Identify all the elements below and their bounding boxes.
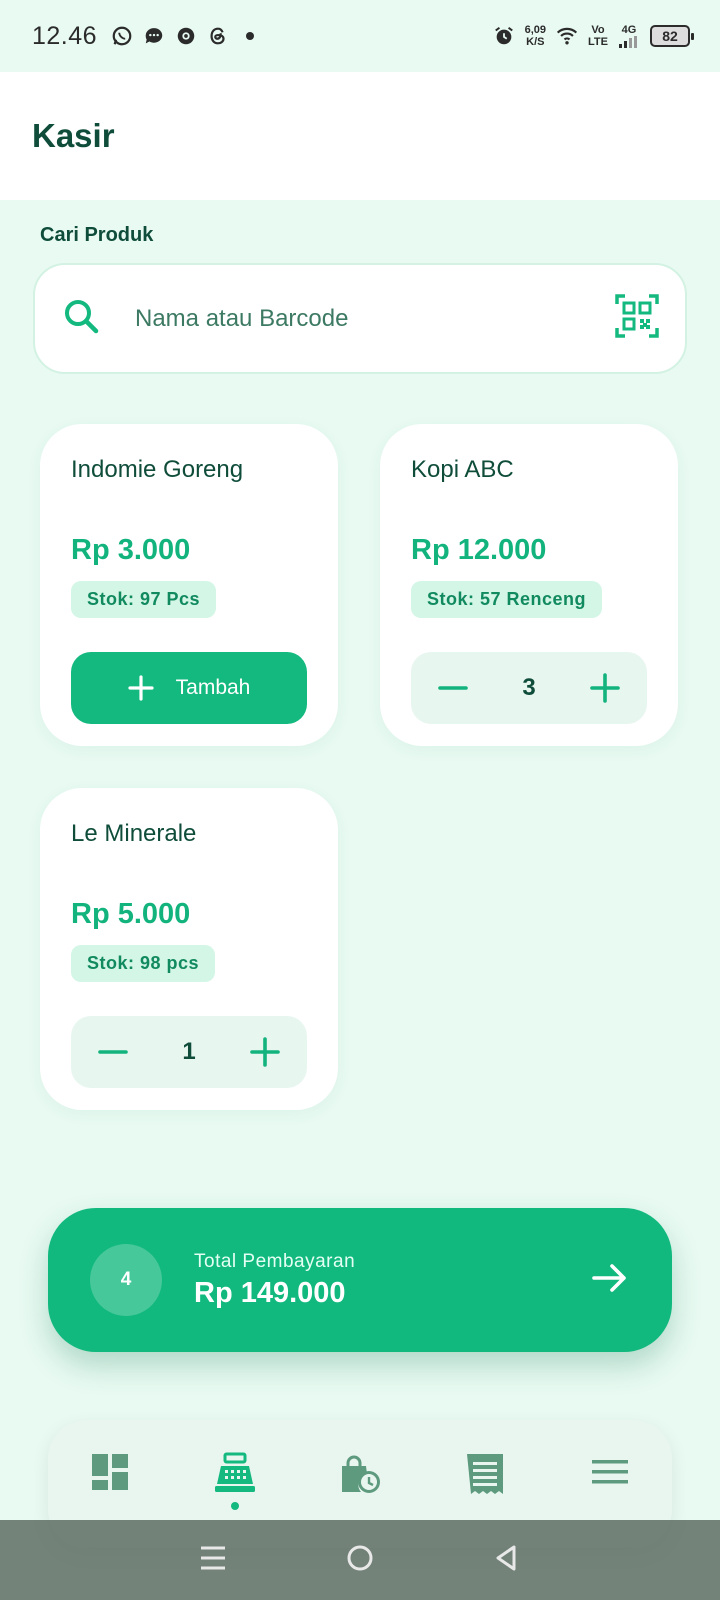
decrement-button[interactable] [97, 1036, 129, 1068]
increment-button[interactable] [589, 672, 621, 704]
increment-button[interactable] [249, 1036, 281, 1068]
home-icon[interactable] [345, 1543, 375, 1578]
signal-bars-icon [619, 36, 637, 48]
add-to-cart-button[interactable]: Tambah [71, 652, 307, 724]
search-box[interactable] [33, 263, 687, 374]
nav-dashboard[interactable] [80, 1452, 140, 1522]
stock-badge: Stok: 98 pcs [71, 945, 216, 982]
signal-indicator: 4G [618, 24, 640, 48]
product-price: Rp 12.000 [411, 534, 547, 566]
cart-count-badge: 4 [90, 1244, 162, 1316]
product-card[interactable]: Indomie Goreng Rp 3.000 Stok: 97 Pcs Tam… [40, 424, 338, 746]
network-type: 4G [621, 24, 637, 36]
location-icon [175, 25, 197, 47]
product-price: Rp 3.000 [71, 534, 191, 566]
product-name: Indomie Goreng [71, 456, 244, 483]
threads-icon [207, 25, 229, 47]
plus-icon [128, 675, 154, 701]
battery-level: 82 [662, 28, 678, 44]
total-label: Total Pembayaran [194, 1250, 356, 1272]
page-title: Kasir [32, 117, 115, 154]
active-indicator [231, 1502, 240, 1510]
system-nav-bar [0, 1520, 720, 1600]
status-bar: 12.46 6,09 K/S Vo LTE 4G 82 [0, 0, 720, 72]
search-icon [61, 296, 101, 341]
quantity-value: 1 [182, 1038, 196, 1065]
history-bag-icon [341, 1455, 380, 1493]
product-name: Le Minerale [71, 820, 197, 847]
quantity-stepper: 3 [411, 652, 647, 724]
status-right: 6,09 K/S Vo LTE 4G 82 [493, 24, 694, 48]
plus-icon [250, 1037, 280, 1067]
app-bar: Kasir [0, 72, 720, 200]
whatsapp-icon [111, 25, 133, 47]
add-button-label: Tambah [175, 676, 251, 699]
nav-cashier[interactable] [205, 1452, 265, 1522]
dot-icon [239, 25, 261, 47]
search-input[interactable] [135, 304, 615, 333]
menu-icon [591, 1460, 628, 1484]
checkout-bar[interactable]: 4 Total Pembayaran Rp 149.000 [48, 1208, 672, 1352]
cash-register-icon [215, 1452, 256, 1492]
network-speed-value: 6,09 [524, 24, 547, 36]
product-card[interactable]: Le Minerale Rp 5.000 Stok: 98 pcs 1 [40, 788, 338, 1110]
back-icon[interactable] [492, 1543, 522, 1578]
total-texts: Total Pembayaran Rp 149.000 [194, 1251, 590, 1310]
status-left: 12.46 [32, 22, 261, 51]
alarm-icon [493, 25, 515, 47]
arrow-right-icon[interactable] [590, 1258, 630, 1303]
volte-top: Vo [591, 24, 605, 36]
volte-indicator: Vo LTE [588, 24, 608, 48]
product-price: Rp 5.000 [71, 898, 191, 930]
network-speed-unit: K/S [526, 36, 545, 48]
minus-icon [438, 686, 468, 690]
battery-icon: 82 [650, 25, 694, 47]
plus-icon [590, 673, 620, 703]
nav-transactions[interactable] [455, 1452, 515, 1522]
stock-badge: Stok: 97 Pcs [71, 581, 217, 618]
qr-scan-icon[interactable] [615, 294, 659, 343]
recent-apps-icon[interactable] [198, 1543, 228, 1578]
receipt-icon [466, 1454, 503, 1494]
decrement-button[interactable] [437, 672, 469, 704]
chat-bubble-icon [143, 25, 165, 47]
minus-icon [98, 1050, 128, 1054]
dashboard-icon [92, 1454, 129, 1490]
volte-bottom: LTE [588, 36, 608, 48]
product-name: Kopi ABC [411, 456, 514, 483]
stock-badge: Stok: 57 Renceng [411, 581, 603, 618]
quantity-value: 3 [522, 674, 536, 701]
total-amount: Rp 149.000 [194, 1276, 346, 1309]
nav-menu[interactable] [580, 1452, 640, 1522]
quantity-stepper: 1 [71, 1016, 307, 1088]
product-card[interactable]: Kopi ABC Rp 12.000 Stok: 57 Renceng 3 [380, 424, 678, 746]
network-speed: 6,09 K/S [525, 24, 546, 48]
wifi-icon [556, 25, 578, 47]
status-time: 12.46 [32, 21, 98, 50]
nav-history[interactable] [330, 1452, 390, 1522]
search-label: Cari Produk [40, 224, 154, 246]
